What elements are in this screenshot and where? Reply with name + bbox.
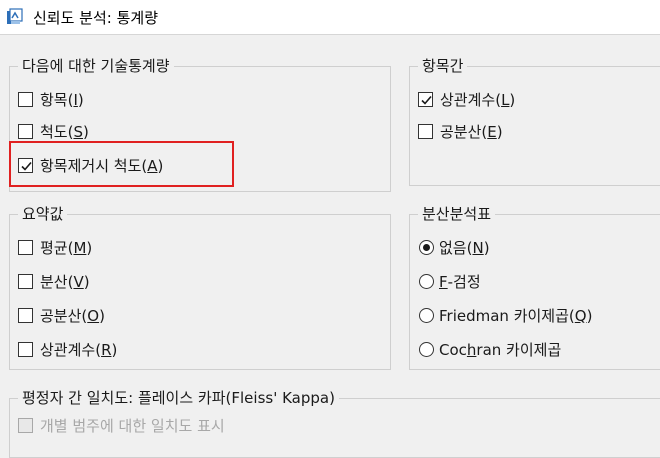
checkbox-box[interactable]	[18, 239, 33, 255]
highlight-box	[9, 141, 234, 187]
anova-cochran-label: Cochran 카이제곱	[439, 340, 562, 359]
anova-f-test-radio[interactable]: F-검정	[419, 270, 481, 292]
anova-none-label: 없음(N)	[439, 238, 490, 257]
checkbox-box[interactable]	[18, 273, 33, 289]
summary-correlations-label: 상관계수(R)	[40, 340, 118, 359]
means-label: 평균(M)	[40, 238, 93, 257]
checkbox-box[interactable]	[18, 307, 33, 323]
window-title: 신뢰도 분석: 통계량	[33, 9, 158, 27]
radio-button[interactable]	[419, 307, 434, 323]
checkbox-box[interactable]	[18, 91, 33, 107]
summary-covariances-checkbox[interactable]: 공분산(O)	[18, 304, 105, 326]
checkmark-icon	[421, 95, 432, 105]
scale-label: 척도(S)	[40, 122, 89, 141]
anova-friedman-radio[interactable]: Friedman 카이제곱(Q)	[419, 304, 592, 326]
inter-item-legend: 항목간	[418, 55, 468, 77]
radio-button-selected[interactable]	[419, 239, 434, 255]
descriptives-legend: 다음에 대한 기술통계량	[18, 55, 174, 77]
anova-friedman-label: Friedman 카이제곱(Q)	[439, 306, 593, 325]
interrater-legend: 평정자 간 일치도: 플레이스 카파(Fleiss' Kappa)	[18, 387, 339, 409]
app-icon	[6, 8, 24, 26]
summaries-legend: 요약값	[18, 203, 68, 225]
correlations-checkbox[interactable]: 상관계수(L)	[418, 88, 515, 110]
item-checkbox[interactable]: 항목(I)	[18, 88, 84, 110]
checkbox-box-checked[interactable]	[418, 91, 433, 107]
checkbox-box[interactable]	[18, 341, 33, 357]
covariances-checkbox[interactable]: 공분산(E)	[418, 120, 503, 142]
agreement-by-category-label: 개별 범주에 대한 일치도 표시	[40, 416, 225, 435]
correlations-label: 상관계수(L)	[440, 90, 516, 109]
anova-f-test-label: F-검정	[439, 272, 481, 291]
variances-checkbox[interactable]: 분산(V)	[18, 270, 90, 292]
radio-button[interactable]	[419, 341, 434, 357]
checkbox-box-disabled[interactable]	[18, 417, 33, 433]
anova-none-radio[interactable]: 없음(N)	[419, 236, 490, 258]
anova-legend: 분산분석표	[418, 203, 496, 225]
means-checkbox[interactable]: 평균(M)	[18, 236, 92, 258]
summary-correlations-checkbox[interactable]: 상관계수(R)	[18, 338, 117, 360]
covariances-label: 공분산(E)	[440, 122, 503, 141]
summary-covariances-label: 공분산(O)	[40, 306, 105, 325]
anova-cochran-radio[interactable]: Cochran 카이제곱	[419, 338, 561, 360]
scale-checkbox[interactable]: 척도(S)	[18, 120, 89, 142]
variances-label: 분산(V)	[40, 272, 90, 291]
title-bar: 신뢰도 분석: 통계량	[0, 0, 660, 35]
checkbox-box[interactable]	[418, 123, 433, 139]
agreement-by-category-checkbox[interactable]: 개별 범주에 대한 일치도 표시	[18, 416, 225, 435]
checkbox-box[interactable]	[18, 123, 33, 139]
radio-button[interactable]	[419, 273, 434, 289]
item-label: 항목(I)	[40, 90, 84, 109]
